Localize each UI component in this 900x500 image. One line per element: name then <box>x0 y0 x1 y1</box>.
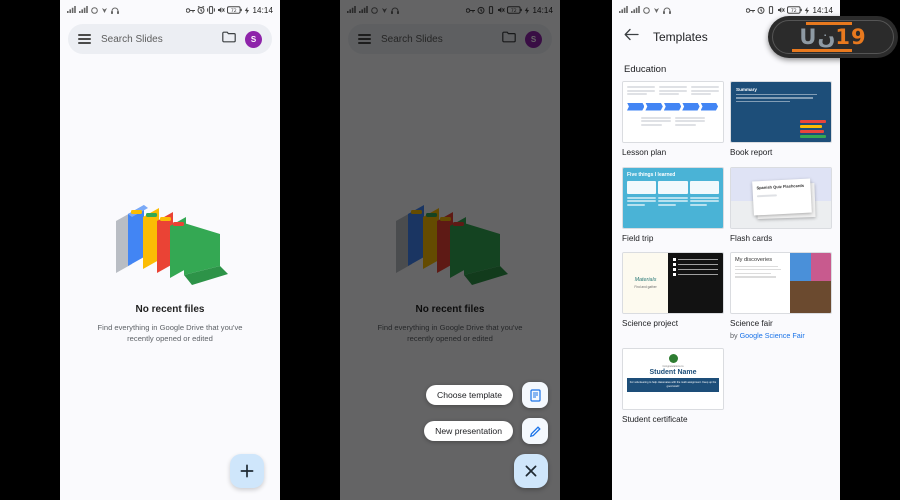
template-label: Flash cards <box>730 233 773 243</box>
thumb-title: Summary <box>736 87 757 92</box>
location-icon <box>654 7 659 13</box>
watermark-text: Uن 19 <box>768 16 898 58</box>
battery-icon: 72 <box>227 6 243 14</box>
charging-icon <box>805 6 810 14</box>
avatar[interactable]: S <box>245 30 262 48</box>
template-card-science-project[interactable]: Materials Find and gather Science projec… <box>622 252 724 340</box>
menu-item-choose-template[interactable]: Choose template <box>426 382 548 408</box>
add-fab[interactable] <box>230 454 264 488</box>
template-label: Student certificate <box>622 414 688 424</box>
template-label: Science fair <box>730 319 773 329</box>
template-label: Book report <box>730 148 773 157</box>
template-card-student-certificate[interactable]: Congratulations to Student Name For volu… <box>622 347 724 426</box>
watermark-text-left: Uن <box>799 25 836 49</box>
template-label: Field trip <box>622 233 654 243</box>
close-fab[interactable] <box>514 454 548 488</box>
search-bar[interactable]: Search Slides S <box>68 24 272 54</box>
watermark-text-right: 19 <box>835 25 867 49</box>
cert-top-text: Congratulations to <box>662 364 684 368</box>
section-heading-education: Education <box>624 64 667 75</box>
template-attribution: by Google Science Fair <box>730 331 830 340</box>
status-bar: 72 14:14 <box>60 0 280 20</box>
vibrate-icon <box>769 6 774 14</box>
student-certificate-thumb[interactable]: Congratulations to Student Name For volu… <box>622 347 724 410</box>
thumb-title: My discoveries <box>735 257 772 264</box>
headset-icon <box>111 7 119 14</box>
empty-subtitle: Find everything in Google Drive that you… <box>97 323 243 343</box>
template-card-field-trip[interactable]: Five things I learned Field trip <box>622 166 724 245</box>
close-icon <box>525 465 537 477</box>
menu-item-new-presentation[interactable]: New presentation <box>424 418 548 444</box>
page-title: Templates <box>653 30 708 44</box>
signal-icon <box>619 6 628 13</box>
panel-templates: 72 14:14 Templates Education Lesson plan… <box>612 0 840 500</box>
book-report-thumb[interactable]: Summary <box>730 81 832 143</box>
screenshot-stage: 72 14:14 Search Slides S No recent files… <box>0 0 900 500</box>
field-trip-thumb[interactable]: Five things I learned <box>622 166 724 229</box>
status-time: 14:14 <box>252 5 273 15</box>
watermark-logo: Uن 19 <box>768 16 898 58</box>
thumb-title: Materials <box>634 277 657 284</box>
signal-2-icon <box>631 6 640 13</box>
search-input[interactable]: Search Slides <box>101 34 222 45</box>
hamburger-icon[interactable] <box>78 34 91 44</box>
vibrate-icon <box>207 6 216 14</box>
template-label: Lesson plan <box>622 148 667 157</box>
templates-grid: Lesson plan Summary Book report Five thi… <box>612 81 840 426</box>
alarm-icon <box>197 6 205 14</box>
folders-illustration <box>60 180 280 290</box>
attribution-link[interactable]: Google Science Fair <box>740 331 805 340</box>
science-fair-thumb[interactable]: My discoveries <box>730 252 832 315</box>
headset-icon <box>663 7 671 14</box>
mute-icon <box>218 7 226 13</box>
status-right-icons: 72 14:14 <box>186 6 273 15</box>
template-card-science-fair[interactable]: My discoveries Science fair by Google Sc… <box>730 252 832 340</box>
plus-icon <box>240 464 254 478</box>
cert-name: Student Name <box>649 369 697 377</box>
circle-icon <box>643 6 650 14</box>
status-time-3: 14:14 <box>812 5 833 15</box>
template-card-lesson-plan[interactable]: Lesson plan <box>622 81 724 159</box>
folder-icon[interactable] <box>222 30 236 48</box>
empty-state: No recent files Find everything in Googl… <box>60 180 280 344</box>
empty-title: No recent files <box>135 304 205 315</box>
panel-create-menu: 72 14:14 Search Slides S <box>340 0 560 500</box>
template-card-book-report[interactable]: Summary Book report <box>730 81 832 159</box>
books-illustration <box>800 118 826 138</box>
science-project-thumb[interactable]: Materials Find and gather <box>622 252 724 315</box>
create-menu: Choose template New presentation <box>424 382 548 488</box>
choose-template-label[interactable]: Choose template <box>426 385 513 405</box>
panel-recent-files: 72 14:14 Search Slides S No recent files… <box>60 0 280 500</box>
vpn-key-icon <box>746 7 756 13</box>
svg-text:72: 72 <box>231 8 237 14</box>
by-prefix: by <box>730 330 740 340</box>
status-left-icons <box>67 6 119 14</box>
flash-cards-thumb[interactable]: Spanish Quiz Flashcards <box>730 166 832 229</box>
thumb-title: Spanish Quiz Flashcards <box>756 182 805 190</box>
template-card-flash-cards[interactable]: Spanish Quiz Flashcards Flash cards <box>730 166 832 245</box>
vpn-key-icon <box>186 7 196 13</box>
lesson-plan-thumb[interactable] <box>622 81 724 143</box>
circle-icon <box>91 6 98 14</box>
cert-body: For volunteering to help classmates with… <box>627 377 719 392</box>
thumb-title: Five things I learned <box>627 171 676 178</box>
status-left-icons-3 <box>619 6 671 14</box>
charging-icon <box>245 6 250 14</box>
back-arrow-icon[interactable] <box>624 28 639 46</box>
new-presentation-label[interactable]: New presentation <box>424 421 513 441</box>
status-right-icons-3: 72 14:14 <box>746 6 833 15</box>
svg-text:72: 72 <box>791 8 797 14</box>
template-label: Science project <box>622 319 678 329</box>
signal-2-icon <box>79 6 88 13</box>
pencil-icon[interactable] <box>522 418 548 444</box>
mute-icon <box>778 7 786 13</box>
location-icon <box>102 7 107 13</box>
document-icon[interactable] <box>522 382 548 408</box>
alarm-icon <box>757 6 765 14</box>
battery-icon: 72 <box>787 6 803 14</box>
seal-icon <box>668 353 678 363</box>
signal-icon <box>67 6 76 13</box>
